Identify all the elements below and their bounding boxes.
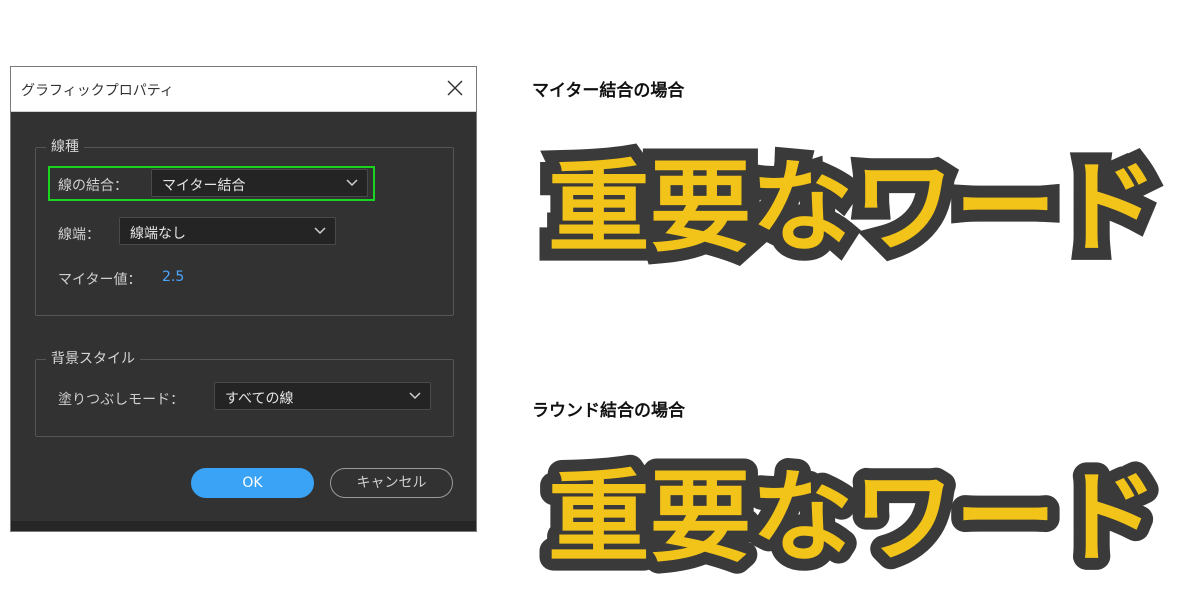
dialog-body: 線種 線の結合： マイター結合 線端： 線端なし マイター値： 2.5 背景スタ… [11,111,476,531]
miter-word: 重要なワード [548,149,1158,266]
round-word: 重要なワード [548,459,1158,576]
miter-example-heading: マイター結合の場合 [532,81,685,101]
fill-mode-select-value: すべての線 [225,391,294,407]
graphic-properties-dialog: グラフィックプロパティ 線種 線の結合： マイター結合 線端： 線端なし マイタ… [10,66,477,532]
miter-value[interactable]: 2.5 [162,269,184,285]
cap-select-value: 線端なし [130,226,186,242]
miter-label: マイター値： [58,272,142,288]
close-icon[interactable] [444,77,466,99]
join-select-value: マイター結合 [162,178,246,194]
cancel-button[interactable]: キャンセル [330,468,453,498]
join-select[interactable]: マイター結合 [151,169,368,197]
dialog-bottom-strip [11,521,476,531]
chevron-down-icon [409,392,421,400]
cap-label: 線端： [58,227,100,243]
chevron-down-icon [314,227,326,235]
dialog-titlebar: グラフィックプロパティ [11,67,476,112]
chevron-down-icon [346,179,358,187]
round-example: 重要なワード 重要なワード [530,430,1180,594]
cap-select[interactable]: 線端なし [119,217,336,245]
fill-mode-label: 塗りつぶしモード： [58,392,185,408]
miter-example-graphic: 重要なワード 重要なワード [536,137,1170,278]
miter-example: 重要なワード 重要なワード [530,120,1180,284]
stroke-group-legend: 線種 [46,138,84,156]
fill-mode-select[interactable]: すべての線 [214,382,431,410]
round-example-graphic: 重要なワード 重要なワード [536,447,1170,588]
join-label: 線の結合： [58,178,128,194]
background-group-legend: 背景スタイル [46,350,140,368]
dialog-title: グラフィックプロパティ [21,83,174,99]
round-example-heading: ラウンド結合の場合 [532,401,685,421]
ok-button[interactable]: OK [191,468,314,498]
